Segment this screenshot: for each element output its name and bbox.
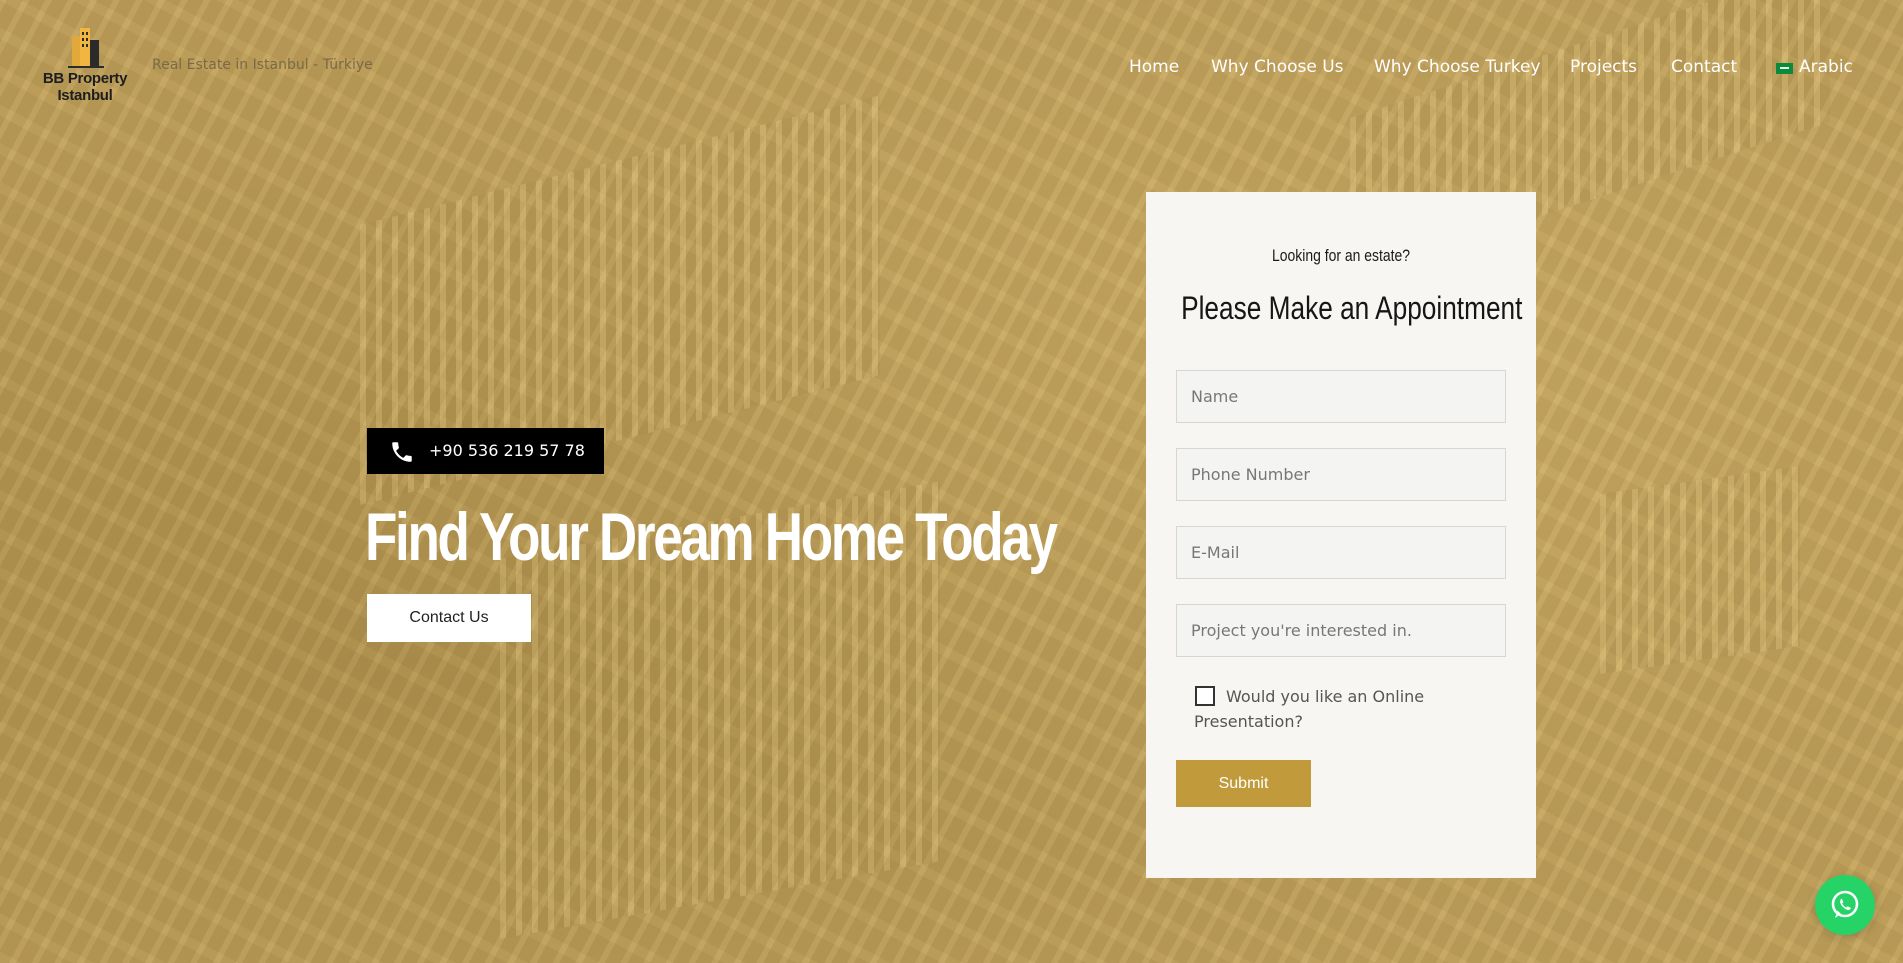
site-logo[interactable]: BB Property Istanbul [40,24,130,114]
nav-contact[interactable]: Contact [1671,57,1737,77]
name-input[interactable] [1176,370,1506,423]
hero-title: Find Your Dream Home Today [365,499,1058,575]
logo-text: BB Property Istanbul [40,70,130,104]
site-header: BB Property Istanbul Real Estate in Ista… [0,0,1903,130]
email-input[interactable] [1176,526,1506,579]
phone-cta[interactable]: +90 536 219 57 78 [367,428,604,474]
phone-icon [392,442,412,462]
phone-number: +90 536 219 57 78 [429,441,585,460]
whatsapp-button[interactable] [1815,875,1875,935]
submit-button[interactable]: Submit [1176,760,1311,807]
hero-overlay [0,0,1903,963]
building-logo-icon [68,28,104,68]
contact-us-button[interactable]: Contact Us [367,594,531,642]
whatsapp-icon [1831,890,1859,918]
form-title: Please Make an Appointment [1181,290,1523,326]
appointment-form: Looking for an estate? Please Make an Ap… [1146,192,1536,878]
project-input[interactable] [1176,604,1506,657]
nav-projects[interactable]: Projects [1570,57,1637,77]
form-eyebrow: Looking for an estate? [1272,246,1410,265]
logo-line-1: BB Property [42,70,128,87]
nav-why-choose-us[interactable]: Why Choose Us [1211,57,1344,77]
site-tagline: Real Estate in Istanbul - Türkiye [152,57,373,73]
nav-why-choose-turkey[interactable]: Why Choose Turkey [1374,57,1541,77]
phone-input[interactable] [1176,448,1506,501]
nav-language-label: Arabic [1799,57,1853,77]
online-presentation-checkbox[interactable] [1195,686,1215,706]
saudi-flag-icon [1776,63,1793,74]
nav-home[interactable]: Home [1129,57,1179,77]
nav-language-switch[interactable]: Arabic [1776,57,1856,79]
logo-line-2: Istanbul [57,87,113,104]
online-presentation-label: Would you like an Online Presentation? [1194,687,1425,731]
